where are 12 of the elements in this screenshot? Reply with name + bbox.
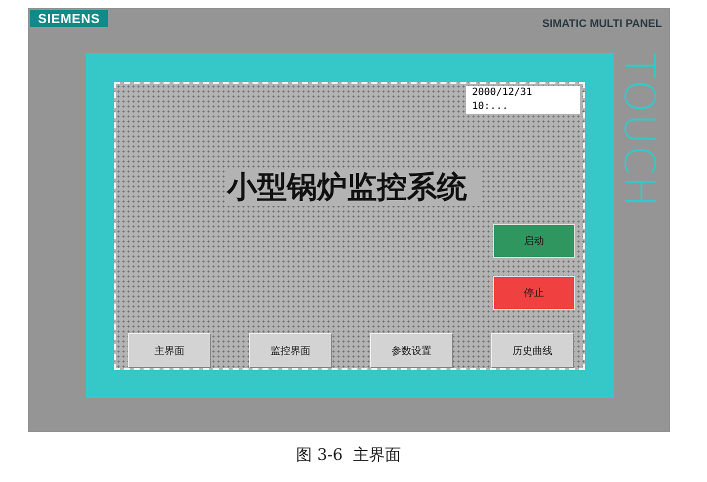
model-label: SIMATIC MULTI PANEL [542,18,662,30]
touch-label: TOUCH [618,53,660,208]
figure-caption: 图 3-6 主界面 [294,445,402,466]
start-button[interactable]: 启动 [493,224,575,258]
screen-title: 小型锅炉监控系统 [227,170,481,206]
brand-logo: SIEMENS [30,10,108,27]
nav-button[interactable]: 参数设置 [370,333,453,368]
datetime-field: 2000/12/31 10:... [466,86,580,114]
nav-button[interactable]: 历史曲线 [491,333,574,368]
nav-button[interactable]: 主界面 [128,333,211,368]
stop-button[interactable]: 停止 [493,276,575,310]
nav-button[interactable]: 监控界面 [249,333,332,368]
